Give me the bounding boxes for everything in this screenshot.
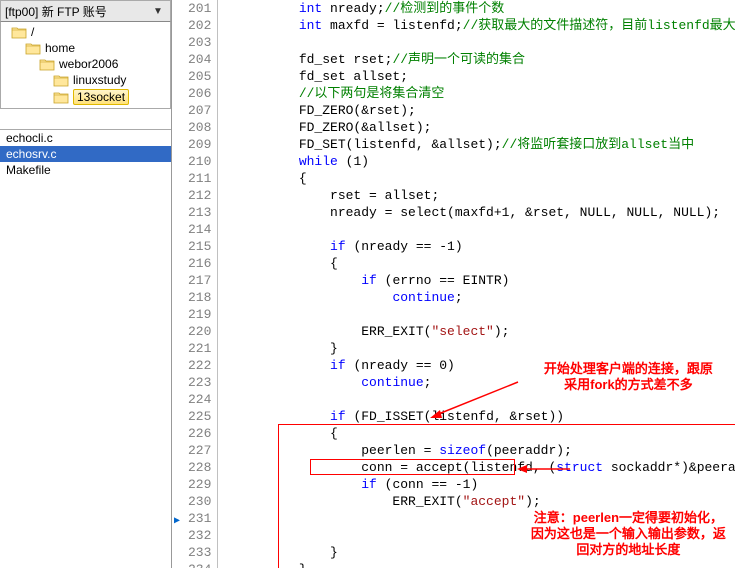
line-number: 229 <box>188 476 211 493</box>
line-number: 223 <box>188 374 211 391</box>
code-line[interactable] <box>236 34 735 51</box>
line-number: 222 <box>188 357 211 374</box>
line-number: 224 <box>188 391 211 408</box>
code-line[interactable]: int nready;//检测到的事件个数 <box>236 0 735 17</box>
code-line[interactable] <box>236 306 735 323</box>
line-number: 213 <box>188 204 211 221</box>
line-number: 209 <box>188 136 211 153</box>
sidebar: [ftp00] 新 FTP 账号 ▼ / home webor2006 linuxst… <box>0 0 172 568</box>
line-number: 211 <box>188 170 211 187</box>
code-line[interactable]: continue; <box>236 289 735 306</box>
code-line[interactable]: if (nready == 0) <box>236 357 735 374</box>
tree-item-label: linuxstudy <box>73 73 126 87</box>
folder-icon <box>53 90 69 104</box>
code-line[interactable]: FD_ZERO(&allset); <box>236 119 735 136</box>
code-line[interactable]: FD_ZERO(&rset); <box>236 102 735 119</box>
line-number: 208 <box>188 119 211 136</box>
tree-item[interactable]: webor2006 <box>1 56 170 72</box>
line-number: 225 <box>188 408 211 425</box>
line-number: 218 <box>188 289 211 306</box>
code-line[interactable]: continue; <box>236 374 735 391</box>
code-line[interactable]: ERR_EXIT("select"); <box>236 323 735 340</box>
tree-item[interactable]: 13socket <box>1 88 170 106</box>
ftp-account-header[interactable]: [ftp00] 新 FTP 账号 ▼ <box>0 0 171 22</box>
file-item[interactable]: Makefile <box>0 162 171 178</box>
code-line[interactable]: { <box>236 255 735 272</box>
tree-item-label: 13socket <box>73 89 129 105</box>
code-area[interactable]: int nready;//检测到的事件个数 int maxfd = listen… <box>218 0 735 568</box>
folder-icon <box>11 25 27 39</box>
code-line[interactable] <box>236 221 735 238</box>
line-number: 228 <box>188 459 211 476</box>
tree-item[interactable]: / <box>1 24 170 40</box>
code-line[interactable]: } <box>236 544 735 561</box>
line-number: 212 <box>188 187 211 204</box>
line-gutter: 2012022032042052062072082092102112122132… <box>172 0 218 568</box>
code-line[interactable] <box>236 391 735 408</box>
line-number: 205 <box>188 68 211 85</box>
tree-item-label: webor2006 <box>59 57 118 71</box>
ftp-account-label: [ftp00] 新 FTP 账号 <box>5 3 107 20</box>
line-number: 227 <box>188 442 211 459</box>
code-line[interactable]: conn = accept(listenfd, (struct sockaddr… <box>236 459 735 476</box>
line-number: 234 <box>188 561 211 568</box>
line-number: 201 <box>188 0 211 17</box>
line-number: 202 <box>188 17 211 34</box>
line-number: 214 <box>188 221 211 238</box>
code-line[interactable]: fd_set rset;//声明一个可读的集合 <box>236 51 735 68</box>
code-line[interactable]: if (nready == -1) <box>236 238 735 255</box>
folder-icon <box>25 41 41 55</box>
code-line[interactable]: while (1) <box>236 153 735 170</box>
line-number: 220 <box>188 323 211 340</box>
line-number: 215 <box>188 238 211 255</box>
code-line[interactable]: rset = allset; <box>236 187 735 204</box>
line-number: 210 <box>188 153 211 170</box>
code-line[interactable]: if (conn == -1) <box>236 476 735 493</box>
line-number: 219 <box>188 306 211 323</box>
line-number: 216 <box>188 255 211 272</box>
code-line[interactable]: FD_SET(listenfd, &allset);//将监听套接口放到alls… <box>236 136 735 153</box>
code-line[interactable]: { <box>236 170 735 187</box>
code-line[interactable]: } <box>236 561 735 568</box>
code-line[interactable]: int maxfd = listenfd;//获取最大的文件描述符，目前list… <box>236 17 735 34</box>
file-list: echocli.cechosrv.cMakefile <box>0 129 171 568</box>
file-item[interactable]: echosrv.c <box>0 146 171 162</box>
tree-item[interactable]: linuxstudy <box>1 72 170 88</box>
line-number: 221 <box>188 340 211 357</box>
code-line[interactable] <box>236 527 735 544</box>
code-line[interactable]: } <box>236 340 735 357</box>
line-number: 230 <box>188 493 211 510</box>
line-number: 233 <box>188 544 211 561</box>
code-line[interactable]: ERR_EXIT("accept"); <box>236 493 735 510</box>
code-line[interactable]: //以下两句是将集合清空 <box>236 85 735 102</box>
line-number: 232 <box>188 527 211 544</box>
code-line[interactable]: peerlen = sizeof(peeraddr); <box>236 442 735 459</box>
tree-item-label: / <box>31 25 34 39</box>
folder-tree: / home webor2006 linuxstudy 13socket <box>0 22 171 109</box>
dropdown-icon[interactable]: ▼ <box>150 6 166 17</box>
line-number: 226 <box>188 425 211 442</box>
tree-item-label: home <box>45 41 75 55</box>
line-number: 206 <box>188 85 211 102</box>
tree-item[interactable]: home <box>1 40 170 56</box>
line-number: 204 <box>188 51 211 68</box>
folder-icon <box>53 73 69 87</box>
code-line[interactable]: nready = select(maxfd+1, &rset, NULL, NU… <box>236 204 735 221</box>
line-number: 203 <box>188 34 211 51</box>
folder-icon <box>39 57 55 71</box>
code-line[interactable]: if (errno == EINTR) <box>236 272 735 289</box>
file-item[interactable]: echocli.c <box>0 130 171 146</box>
code-line[interactable]: fd_set allset; <box>236 68 735 85</box>
line-number: 231 <box>188 510 211 527</box>
line-number: 217 <box>188 272 211 289</box>
code-editor[interactable]: 2012022032042052062072082092102112122132… <box>172 0 735 568</box>
code-line[interactable] <box>236 510 735 527</box>
line-number: 207 <box>188 102 211 119</box>
code-line[interactable]: { <box>236 425 735 442</box>
breakpoint-arrow-icon: ▶ <box>174 513 180 530</box>
code-line[interactable]: if (FD_ISSET(listenfd, &rset)) <box>236 408 735 425</box>
